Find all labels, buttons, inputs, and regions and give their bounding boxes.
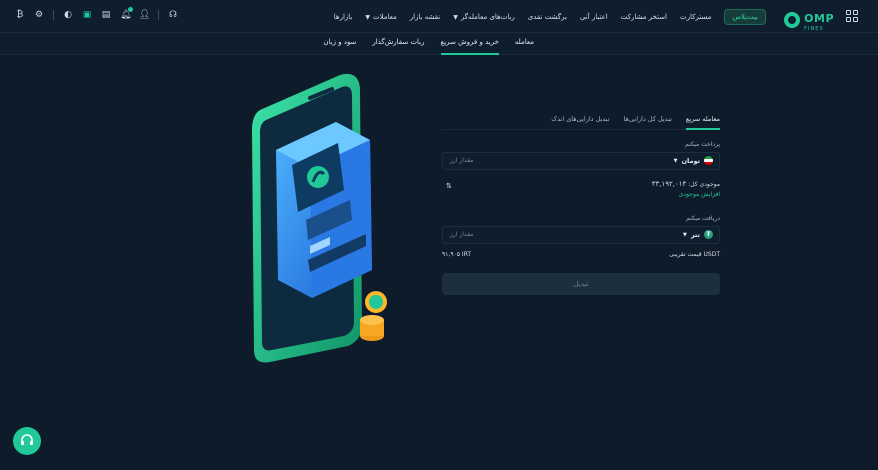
- receive-amount-field[interactable]: مقدار ارز ₮ تتر ▼: [442, 226, 720, 244]
- balance-label: موجودی کل:: [688, 181, 720, 188]
- balance-value: ۳۳,۱۹۲,۰۱۴: [651, 180, 687, 188]
- nav-cashback[interactable]: برگشت نقدی: [528, 13, 567, 21]
- chevron-down-icon: ▼: [453, 13, 458, 21]
- nav-instant-credit[interactable]: اعتبار آنی: [580, 13, 608, 21]
- increase-balance-link[interactable]: افزایش موجودی: [679, 191, 720, 198]
- atm-machine: [276, 122, 372, 298]
- currency-switch-icon[interactable]: ₿: [15, 10, 25, 20]
- chevron-down-icon: ▼: [365, 13, 371, 21]
- trade-tabs: معامله سریع تبدیل کل دارایی‌ها تبدیل دار…: [442, 112, 720, 130]
- convert-button[interactable]: تبدیل: [442, 273, 720, 295]
- receive-currency-select[interactable]: ₮ تتر ▼: [683, 230, 713, 239]
- subnav-pnl[interactable]: سود و زیان: [323, 33, 356, 55]
- pay-label: پرداخت میکنم: [685, 141, 720, 148]
- orders-icon[interactable]: ▤: [101, 10, 111, 20]
- tab-convert-small[interactable]: تبدیل دارایی‌های اندک: [551, 112, 609, 130]
- notification-badge: [128, 7, 133, 12]
- chevron-down-icon: ▼: [673, 157, 678, 164]
- subnav-order-bot[interactable]: ربات سفارش‌گذار: [372, 33, 424, 55]
- swap-direction-icon[interactable]: ⇅: [446, 182, 452, 190]
- wallet-icon[interactable]: ▣: [82, 10, 92, 20]
- nav-bots-label: ربات‌های معامله‌گر: [460, 12, 515, 21]
- pay-currency-select[interactable]: تومان ▼: [674, 156, 713, 165]
- nav-trades-label: معاملات: [373, 12, 397, 21]
- divider: [53, 10, 54, 20]
- approx-price-label: قیمت تقریبی USDT: [669, 251, 720, 258]
- theme-icon[interactable]: ◐: [63, 10, 73, 20]
- iran-flag-icon: [704, 156, 713, 165]
- nav-markets[interactable]: بازارها: [334, 13, 353, 21]
- tab-quick-trade[interactable]: معامله سریع: [685, 112, 720, 130]
- headset-icon[interactable]: ☊: [168, 10, 178, 20]
- brand-name: OMP: [804, 12, 834, 25]
- brand-logo[interactable]: OMP FINEX: [784, 7, 834, 32]
- settings-icon[interactable]: ⚙: [34, 10, 44, 20]
- nav-bots[interactable]: ربات‌های معامله‌گر▼: [453, 13, 514, 21]
- pay-currency-label: تومان: [681, 156, 700, 165]
- headset-icon: [21, 434, 33, 445]
- nav-market-map[interactable]: نقشه بازار: [410, 13, 441, 21]
- nav-trades[interactable]: معاملات▼: [365, 13, 396, 21]
- subnav-trade[interactable]: معامله: [515, 33, 534, 55]
- pay-amount-input[interactable]: مقدار ارز: [450, 157, 473, 164]
- user-icon[interactable]: 👤︎: [139, 10, 150, 20]
- tab-convert-all[interactable]: تبدیل کل دارایی‌ها: [624, 112, 672, 130]
- brand-sub: FINEX: [804, 26, 824, 32]
- subnav-quick-trade[interactable]: خرید و فروش سریع: [440, 33, 499, 55]
- nav-copytrade[interactable]: مستر‌کارت: [680, 13, 711, 21]
- receive-currency-label: تتر: [690, 230, 700, 239]
- logo-mark-icon: [784, 11, 801, 28]
- coin-stack: [360, 291, 387, 341]
- support-chat-button[interactable]: [13, 427, 41, 455]
- balance-info: موجودی کل: ۳۳,۱۹۲,۰۱۴: [652, 180, 720, 188]
- chevron-down-icon: ▼: [683, 231, 687, 238]
- quick-trade-form: معامله سریع تبدیل کل دارایی‌ها تبدیل دار…: [442, 112, 720, 295]
- main-nav: بازارها معاملات▼ نقشه بازار ربات‌های معا…: [334, 0, 766, 33]
- tether-icon: ₮: [704, 230, 713, 239]
- pay-amount-field[interactable]: مقدار ارز تومان ▼: [442, 152, 720, 170]
- divider: [158, 10, 159, 20]
- approx-price-value: ۹۱,۹۰۵ IRT: [442, 251, 472, 258]
- nav-bitplus-button[interactable]: بیت‌پلاس: [724, 8, 766, 25]
- top-navigation-bar: OMP FINEX بازارها معاملات▼ نقشه بازار رب…: [0, 0, 878, 33]
- apps-grid-icon[interactable]: [846, 10, 858, 22]
- atm-phone-illustration: [252, 73, 387, 363]
- receive-label: دریافت میکنم: [686, 215, 720, 222]
- top-actions: ₿ ⚙ ◐ ▣ ▤ 🔔︎ 👤︎ ☊: [15, 7, 178, 20]
- notifications-icon[interactable]: 🔔︎: [120, 7, 133, 20]
- sub-navigation: معامله خرید و فروش سریع ربات سفارش‌گذار …: [0, 33, 878, 55]
- receive-amount-input[interactable]: مقدار ارز: [450, 231, 473, 238]
- nav-staking[interactable]: استخر مشارکت: [621, 13, 667, 21]
